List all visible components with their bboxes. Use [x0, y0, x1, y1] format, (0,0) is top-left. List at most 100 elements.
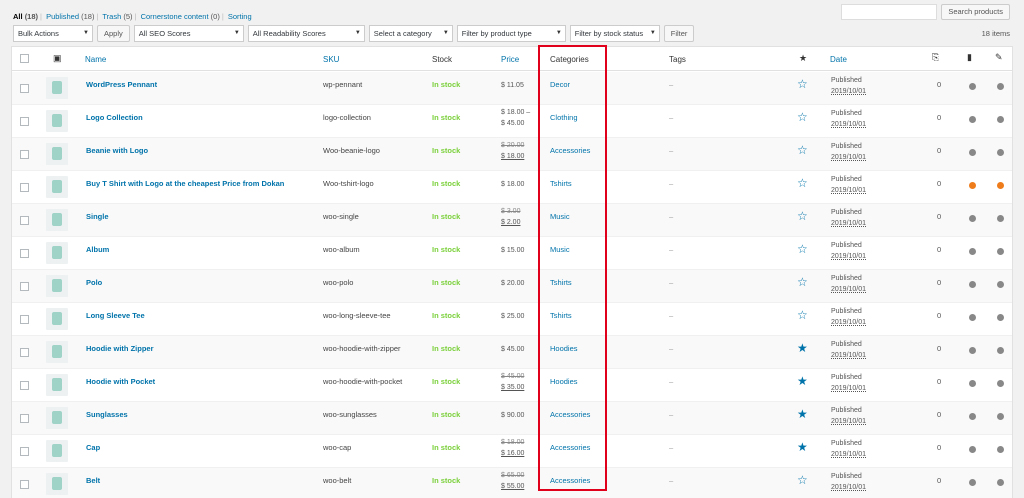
product-price: $ 45.00 $ 35.00	[501, 371, 524, 393]
product-thumbnail[interactable]	[46, 473, 68, 495]
product-name-link[interactable]: Belt	[86, 476, 100, 485]
product-price: $ 18.00	[501, 179, 524, 190]
table-header: ▣ Name SKU Stock Price Categories Tags ★…	[12, 47, 1012, 71]
column-price[interactable]: Price	[501, 55, 519, 64]
row-checkbox[interactable]	[20, 117, 29, 126]
regular-price: $ 20.00	[501, 142, 525, 149]
product-name-link[interactable]: WordPress Pennant	[86, 80, 157, 89]
product-name-link[interactable]: Logo Collection	[86, 113, 143, 122]
product-tags: –	[669, 179, 674, 188]
featured-star-icon[interactable]: ★	[797, 408, 808, 420]
view-cornerstone[interactable]: Cornerstone content (0)	[141, 12, 220, 21]
date-value: 2019/10/01	[831, 121, 867, 128]
product-thumbnail[interactable]	[46, 209, 68, 231]
readability-score-dot	[997, 380, 1004, 387]
stock-status-select[interactable]: Filter by stock status ▼	[569, 25, 660, 42]
publish-date: Published 2019/10/01	[831, 405, 866, 427]
bulk-actions-select[interactable]: Bulk Actions ▼	[13, 25, 93, 42]
filter-button[interactable]: Filter	[663, 25, 695, 42]
featured-star-icon[interactable]: ★	[797, 441, 808, 453]
product-thumbnail[interactable]	[46, 374, 68, 396]
view-filters: All (18) | Published (18) | Trash (5) | Cor…	[13, 12, 252, 21]
product-name-link[interactable]: Beanie with Logo	[86, 146, 148, 155]
product-tags: –	[669, 410, 674, 419]
row-checkbox[interactable]	[20, 84, 29, 93]
featured-star-icon[interactable]: ☆	[797, 309, 808, 321]
featured-star-icon[interactable]: ☆	[797, 78, 808, 90]
sale-price: $ 18.00	[501, 153, 525, 160]
product-thumbnail[interactable]	[46, 242, 68, 264]
search-input[interactable]	[841, 4, 938, 20]
publish-date: Published 2019/10/01	[831, 75, 866, 97]
table-row: Long Sleeve Tee woo-long-sleeve-tee In sto…	[12, 303, 1012, 336]
apply-button[interactable]: Apply	[97, 25, 130, 42]
column-stock: Stock	[432, 55, 453, 64]
featured-star-icon[interactable]: ★	[797, 375, 808, 387]
featured-star-icon[interactable]: ★	[799, 53, 807, 64]
product-type-select[interactable]: Filter by product type ▼	[456, 25, 566, 42]
product-name-link[interactable]: Cap	[86, 443, 100, 452]
product-thumbnail[interactable]	[46, 341, 68, 363]
product-thumbnail[interactable]	[46, 308, 68, 330]
product-price: $ 3.00 $ 2.00	[501, 206, 520, 228]
row-checkbox[interactable]	[20, 447, 29, 456]
view-sorting[interactable]: Sorting	[228, 12, 252, 21]
row-checkbox[interactable]	[20, 216, 29, 225]
featured-star-icon[interactable]: ★	[797, 342, 808, 354]
product-name-link[interactable]: Hoodie with Zipper	[86, 344, 154, 353]
publish-status: Published	[831, 275, 862, 282]
view-all[interactable]: All (18)	[13, 12, 38, 21]
featured-star-icon[interactable]: ☆	[797, 474, 808, 486]
featured-star-icon[interactable]: ☆	[797, 177, 808, 189]
product-thumbnail[interactable]	[46, 275, 68, 297]
product-thumbnail[interactable]	[46, 176, 68, 198]
row-checkbox[interactable]	[20, 480, 29, 489]
select-all-checkbox[interactable]	[20, 54, 29, 63]
row-checkbox[interactable]	[20, 315, 29, 324]
product-name-link[interactable]: Long Sleeve Tee	[86, 311, 145, 320]
featured-star-icon[interactable]: ☆	[797, 243, 808, 255]
row-checkbox[interactable]	[20, 183, 29, 192]
product-thumbnail[interactable]	[46, 110, 68, 132]
internal-links-count: 0	[937, 476, 942, 485]
column-name[interactable]: Name	[85, 55, 106, 64]
seo-score-dot	[969, 347, 976, 354]
product-name-link[interactable]: Sunglasses	[86, 410, 128, 419]
product-name-link[interactable]: Album	[86, 245, 109, 254]
column-date[interactable]: Date	[830, 55, 847, 64]
product-name-link[interactable]: Buy T Shirt with Logo at the cheapest Pr…	[86, 179, 284, 188]
featured-star-icon[interactable]: ☆	[797, 276, 808, 288]
featured-star-icon[interactable]: ☆	[797, 144, 808, 156]
product-name-link[interactable]: Single	[86, 212, 109, 221]
product-thumbnail[interactable]	[46, 407, 68, 429]
view-published[interactable]: Published (18)	[46, 12, 94, 21]
product-thumbnail[interactable]	[46, 77, 68, 99]
row-checkbox[interactable]	[20, 282, 29, 291]
view-trash[interactable]: Trash (5)	[102, 12, 132, 21]
product-tags: –	[669, 80, 674, 89]
row-checkbox[interactable]	[20, 150, 29, 159]
product-thumbnail[interactable]	[46, 143, 68, 165]
row-checkbox[interactable]	[20, 348, 29, 357]
product-name-link[interactable]: Hoodie with Pocket	[86, 377, 155, 386]
product-name-link[interactable]: Polo	[86, 278, 102, 287]
product-thumbnail[interactable]	[46, 440, 68, 462]
product-tags: –	[669, 443, 674, 452]
readability-score-select[interactable]: All Readability Scores ▼	[247, 25, 365, 42]
seo-score-select[interactable]: All SEO Scores ▼	[133, 25, 244, 42]
chevron-down-icon: ▼	[649, 30, 656, 36]
seo-score-dot	[969, 380, 976, 387]
category-select[interactable]: Select a category ▼	[368, 25, 453, 42]
price-value: $ 20.00	[501, 280, 525, 287]
search-products-button[interactable]: Search products	[941, 4, 1010, 20]
product-sku: woo-sunglasses	[323, 410, 377, 419]
featured-star-icon[interactable]: ☆	[797, 111, 808, 123]
column-sku[interactable]: SKU	[323, 55, 339, 64]
featured-star-icon[interactable]: ☆	[797, 210, 808, 222]
row-checkbox[interactable]	[20, 249, 29, 258]
internal-links-count: 0	[937, 344, 942, 353]
column-tags: Tags	[669, 55, 686, 64]
row-checkbox[interactable]	[20, 414, 29, 423]
row-checkbox[interactable]	[20, 381, 29, 390]
readability-score-dot	[997, 83, 1004, 90]
